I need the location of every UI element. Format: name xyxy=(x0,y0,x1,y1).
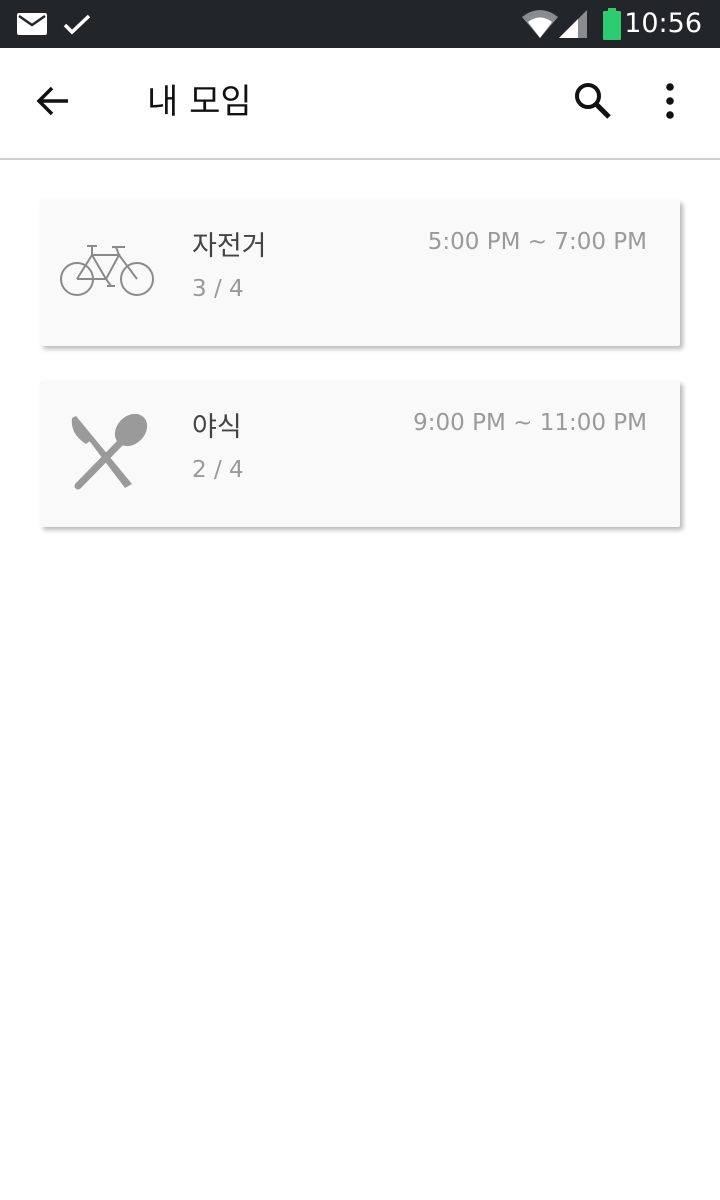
mail-icon xyxy=(16,0,48,48)
meetup-name: 야식 xyxy=(192,412,242,443)
fork-spoon-icon xyxy=(58,407,158,497)
meetup-card[interactable]: 야식 2 / 4 9:00 PM ~ 11:00 PM xyxy=(40,381,680,527)
meetup-time: 5:00 PM ~ 7:00 PM xyxy=(427,229,647,255)
battery-icon xyxy=(600,0,624,48)
member-count: 3 / 4 xyxy=(192,276,244,302)
more-vert-icon xyxy=(665,83,675,123)
cell-signal-icon xyxy=(556,0,590,48)
app-bar: 내 모임 xyxy=(0,48,720,160)
wifi-icon xyxy=(520,0,560,48)
meetup-name: 자전거 xyxy=(192,231,267,262)
back-arrow-icon xyxy=(35,83,71,123)
meetup-time: 9:00 PM ~ 11:00 PM xyxy=(413,410,647,436)
page-title: 내 모임 xyxy=(147,82,252,122)
member-count: 2 / 4 xyxy=(192,457,244,483)
status-time: 10:56 xyxy=(624,8,702,39)
meetup-card[interactable]: 자전거 3 / 4 5:00 PM ~ 7:00 PM xyxy=(40,200,680,346)
check-icon xyxy=(62,0,92,48)
search-button[interactable] xyxy=(563,73,623,133)
bicycle-icon xyxy=(58,226,158,316)
status-bar: 10:56 xyxy=(0,0,720,48)
back-button[interactable] xyxy=(23,73,83,133)
search-icon xyxy=(573,81,613,125)
more-options-button[interactable] xyxy=(640,73,700,133)
